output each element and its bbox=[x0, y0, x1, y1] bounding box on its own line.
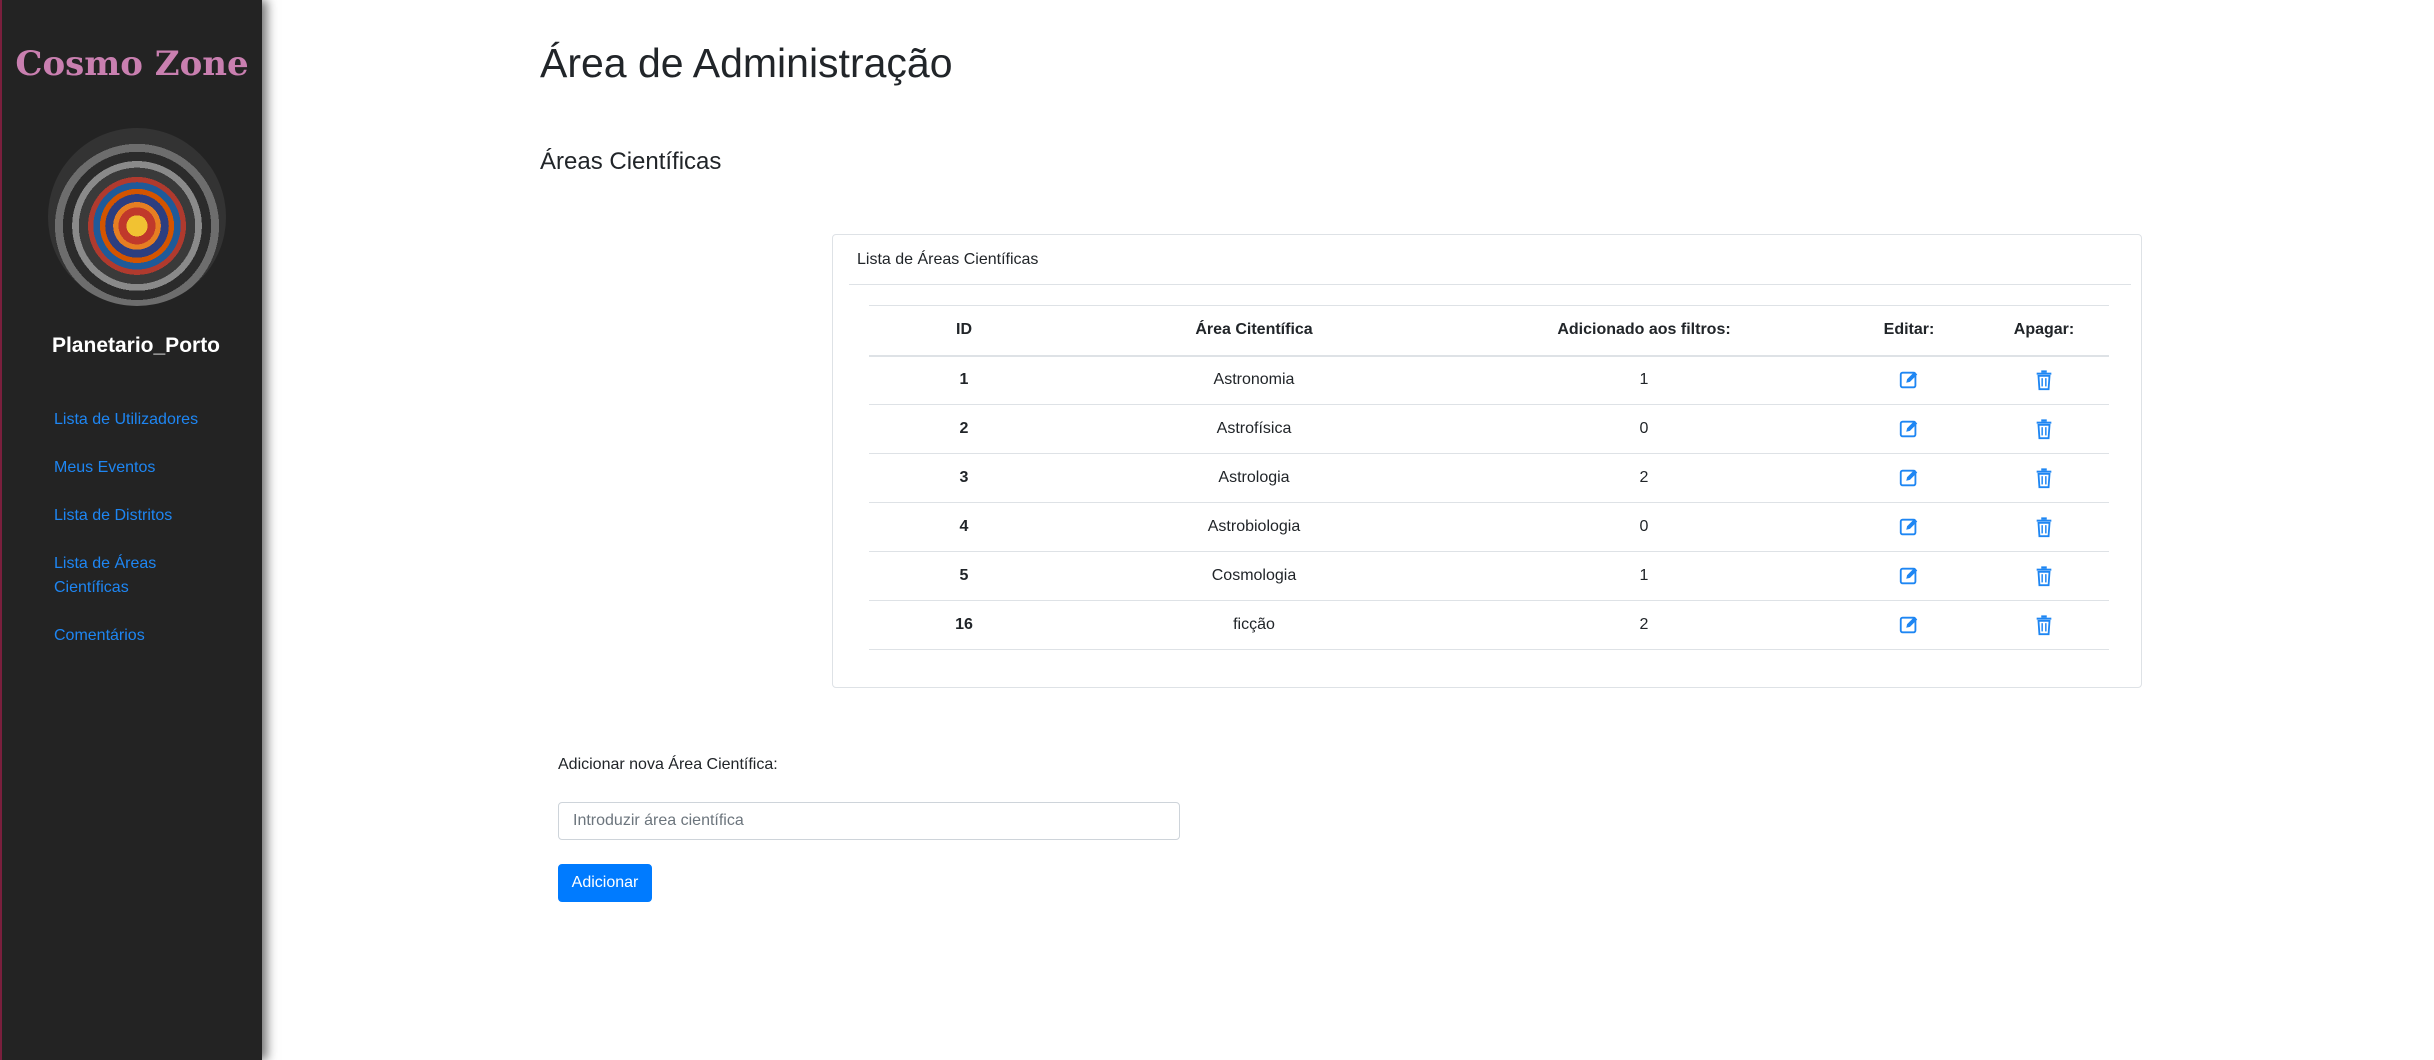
cell-area: Astrologia bbox=[1059, 453, 1449, 503]
cell-filters: 1 bbox=[1449, 551, 1839, 601]
username: Planetario_Porto bbox=[51, 334, 221, 357]
cell-filters: 0 bbox=[1449, 502, 1839, 552]
table-row: 3 Astrologia 2 bbox=[869, 453, 2109, 503]
edit-icon[interactable] bbox=[1898, 369, 1920, 391]
edit-icon[interactable] bbox=[1898, 467, 1920, 489]
cell-area: Astronomia bbox=[1059, 355, 1449, 405]
sidebar: Cosmo Zone Planetario_Porto Lista de Uti… bbox=[0, 0, 262, 1060]
cell-edit bbox=[1839, 551, 1979, 601]
cell-edit bbox=[1839, 404, 1979, 454]
table-row: 2 Astrofísica 0 bbox=[869, 404, 2109, 454]
cell-delete bbox=[1979, 355, 2109, 405]
sidebar-link-districts[interactable]: Lista de Distritos bbox=[54, 504, 234, 528]
cell-area: ficção bbox=[1059, 600, 1449, 650]
cell-area: Astrobiologia bbox=[1059, 502, 1449, 552]
table-row: 5 Cosmologia 1 bbox=[869, 551, 2109, 601]
cell-edit bbox=[1839, 502, 1979, 552]
cell-delete bbox=[1979, 551, 2109, 601]
table-row: 16 ficção 2 bbox=[869, 600, 2109, 650]
cell-filters: 2 bbox=[1449, 453, 1839, 503]
cell-delete bbox=[1979, 600, 2109, 650]
trash-icon[interactable] bbox=[2033, 467, 2055, 489]
trash-icon[interactable] bbox=[2033, 614, 2055, 636]
cell-filters: 2 bbox=[1449, 600, 1839, 650]
trash-icon[interactable] bbox=[2033, 565, 2055, 587]
edit-icon[interactable] bbox=[1898, 418, 1920, 440]
cell-edit bbox=[1839, 600, 1979, 650]
edit-icon[interactable] bbox=[1898, 565, 1920, 587]
col-header-filters: Adicionado aos filtros: bbox=[1449, 305, 1839, 357]
cell-area: Cosmologia bbox=[1059, 551, 1449, 601]
table-row: 4 Astrobiologia 0 bbox=[869, 502, 2109, 552]
area-name-input[interactable] bbox=[558, 802, 1180, 840]
cell-id: 5 bbox=[869, 551, 1059, 601]
sidebar-item-scientific-areas: Lista de Áreas Científicas bbox=[54, 552, 234, 600]
cell-delete bbox=[1979, 502, 2109, 552]
cell-delete bbox=[1979, 453, 2109, 503]
table-body: 1 Astronomia 1 2 Astrofísica 0 3 Astrologia 2 4 As… bbox=[869, 355, 2109, 650]
cell-delete bbox=[1979, 404, 2109, 454]
cell-id: 2 bbox=[869, 404, 1059, 454]
table-header-row: ID Área Citentífica Adicionado aos filtr… bbox=[869, 305, 2109, 357]
add-area-label: Adicionar nova Área Científica: bbox=[558, 756, 778, 773]
sidebar-link-events[interactable]: Meus Eventos bbox=[54, 456, 234, 480]
cell-area: Astrofísica bbox=[1059, 404, 1449, 454]
sidebar-item-events: Meus Eventos bbox=[54, 456, 234, 480]
page-title: Área de Administração bbox=[540, 40, 953, 86]
cell-filters: 0 bbox=[1449, 404, 1839, 454]
cell-id: 3 bbox=[869, 453, 1059, 503]
edit-icon[interactable] bbox=[1898, 516, 1920, 538]
trash-icon[interactable] bbox=[2033, 369, 2055, 391]
sidebar-item-districts: Lista de Distritos bbox=[54, 504, 234, 528]
cell-edit bbox=[1839, 355, 1979, 405]
sidebar-link-comments[interactable]: Comentários bbox=[54, 624, 234, 648]
sidebar-link-scientific-areas[interactable]: Lista de Áreas Científicas bbox=[54, 552, 234, 600]
section-title: Áreas Científicas bbox=[540, 148, 722, 175]
table-row: 1 Astronomia 1 bbox=[869, 355, 2109, 405]
brand-logo[interactable]: Cosmo Zone bbox=[2, 44, 262, 84]
cell-id: 1 bbox=[869, 355, 1059, 405]
cell-edit bbox=[1839, 453, 1979, 503]
trash-icon[interactable] bbox=[2033, 418, 2055, 440]
cell-filters: 1 bbox=[1449, 355, 1839, 405]
col-header-id: ID bbox=[869, 305, 1059, 357]
scientific-areas-table: ID Área Citentífica Adicionado aos filtr… bbox=[869, 305, 2109, 650]
avatar bbox=[48, 128, 226, 306]
cell-id: 4 bbox=[869, 502, 1059, 552]
col-header-area: Área Citentífica bbox=[1059, 305, 1449, 357]
scientific-areas-card: Lista de Áreas Científicas ID Área Citen… bbox=[832, 234, 2142, 688]
cell-id: 16 bbox=[869, 600, 1059, 650]
col-header-edit: Editar: bbox=[1839, 305, 1979, 357]
trash-icon[interactable] bbox=[2033, 516, 2055, 538]
card-header: Lista de Áreas Científicas bbox=[849, 235, 2131, 285]
sidebar-item-users: Lista de Utilizadores bbox=[54, 408, 234, 432]
edit-icon[interactable] bbox=[1898, 614, 1920, 636]
col-header-delete: Apagar: bbox=[1979, 305, 2109, 357]
sidebar-link-users[interactable]: Lista de Utilizadores bbox=[54, 408, 234, 432]
sidebar-item-comments: Comentários bbox=[54, 624, 234, 648]
sidebar-nav: Lista de Utilizadores Meus Eventos Lista… bbox=[54, 408, 234, 672]
add-button[interactable]: Adicionar bbox=[558, 864, 652, 902]
